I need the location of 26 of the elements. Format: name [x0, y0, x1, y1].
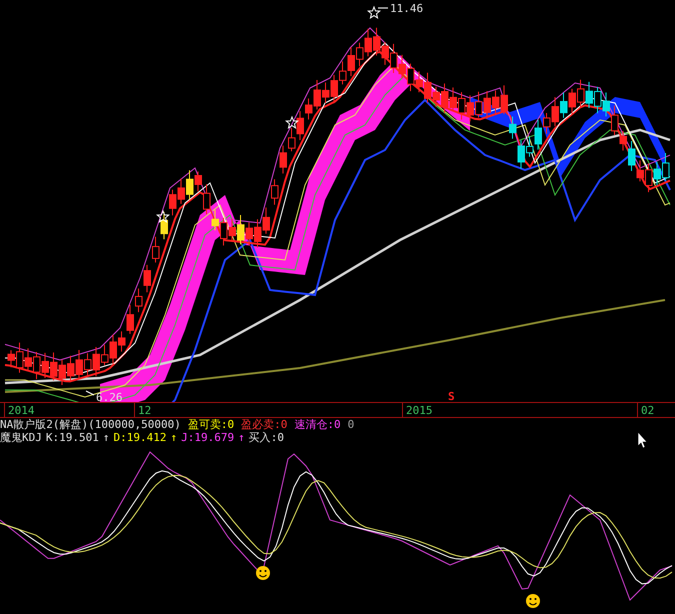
indicator-value: ↑ — [238, 431, 245, 444]
smiley-icon — [256, 566, 270, 580]
indicator-value: 盈可卖:0 — [188, 418, 234, 431]
signal-mark: S — [448, 390, 455, 402]
indicator-value: K:19.501 — [46, 431, 99, 444]
indicator-value: 盈必卖:0 — [241, 418, 288, 431]
time-axis-label: 02 — [641, 403, 654, 418]
star-icon — [367, 6, 381, 20]
time-axis-label: 2015 — [406, 403, 432, 418]
time-axis-label: 2014 — [8, 403, 34, 418]
mouse-cursor-icon — [638, 431, 648, 448]
time-axis-label: 12 — [138, 403, 152, 418]
smiley-icon — [526, 594, 540, 608]
star-icon — [285, 116, 299, 130]
indicator-value: ↑ — [170, 431, 178, 444]
indicator-value: 速清仓:0 — [294, 418, 341, 431]
leader-line — [86, 390, 94, 396]
indicator-value: ↑ — [102, 431, 110, 444]
indicator-name: NA散户版2(解盘)(100000,50000) — [0, 418, 181, 431]
indicator-value: 0 — [348, 418, 354, 431]
star-icon — [156, 210, 170, 224]
indicator-value: J:19.679 — [181, 431, 234, 444]
indicator-value: D:19.412 — [113, 431, 166, 444]
indicator-value: 买入:0 — [248, 431, 284, 444]
indicator-value: 魔鬼KDJ — [0, 431, 42, 444]
high-price-label: 11.46 — [390, 2, 424, 15]
